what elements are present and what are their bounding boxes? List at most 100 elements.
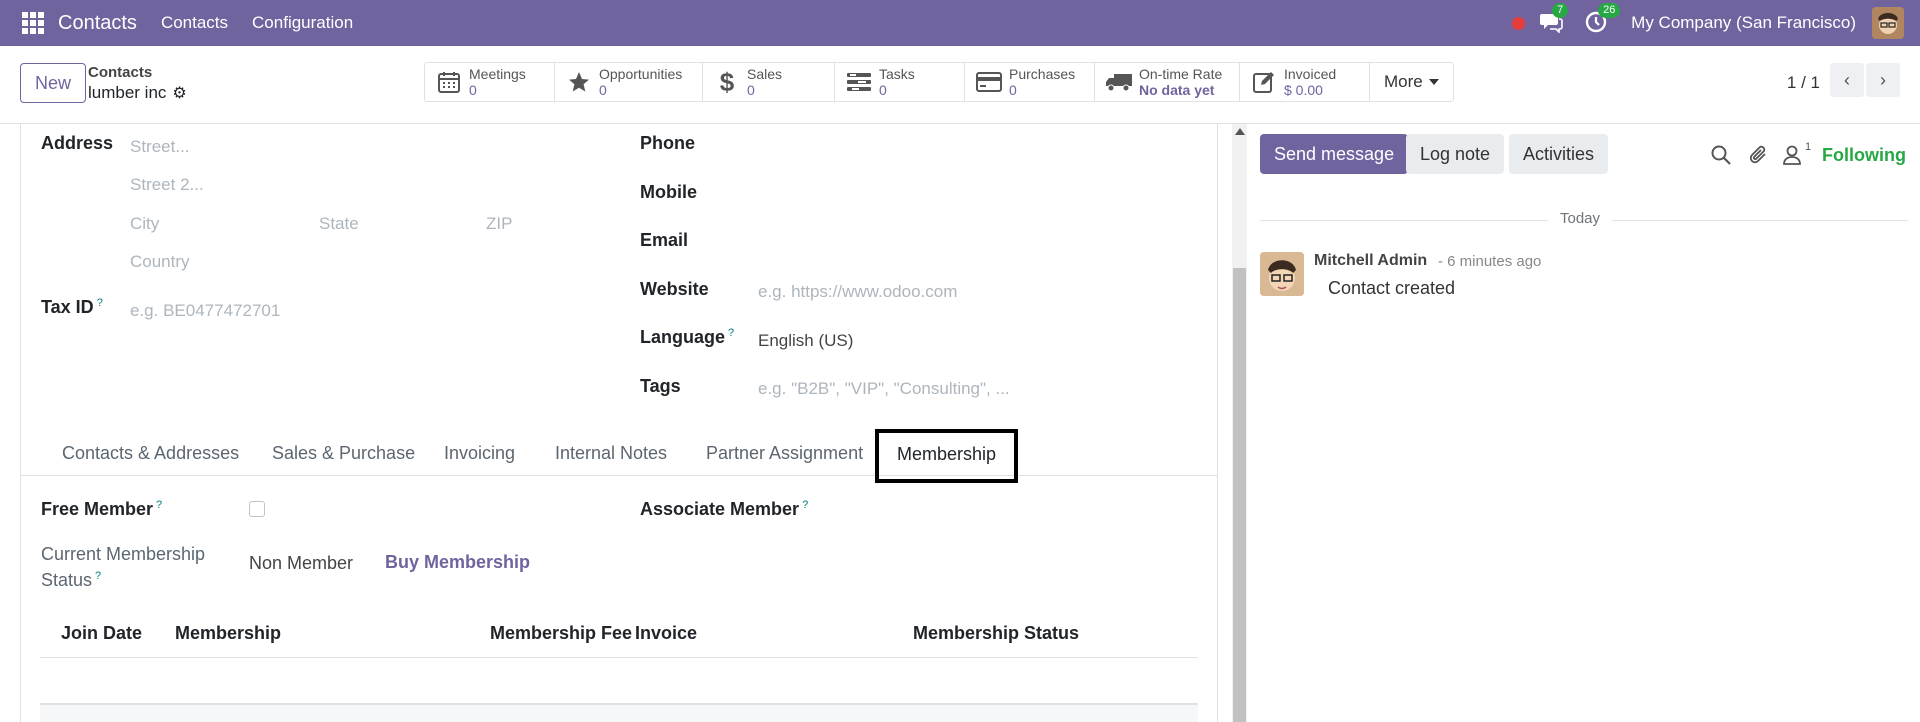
zip-input[interactable]: ZIP [486,214,512,234]
street2-input[interactable]: Street 2... [130,175,204,195]
stat-value: 0 [747,82,755,98]
activities-button[interactable]: Activities [1509,134,1609,174]
app-brand[interactable]: Contacts [58,12,137,35]
language-select[interactable]: English (US) [758,331,853,351]
tab-sales-purchase[interactable]: Sales & Purchase [272,428,415,476]
status-label-line1: Current Membership [41,544,206,564]
stat-invoiced[interactable]: Invoiced $ 0.00 [1240,63,1370,101]
pager-next-icon[interactable]: › [1866,63,1900,97]
stat-purchases[interactable]: Purchases 0 [965,63,1095,101]
mobile-label: Mobile [640,182,697,202]
messages-icon[interactable]: 7 [1539,3,1569,35]
tab-internal-notes[interactable]: Internal Notes [555,428,667,476]
stat-label: Meetings [469,66,526,82]
pager-value[interactable]: 1 / 1 [1787,66,1820,100]
table-footer [40,704,1198,722]
free-member-label: Free Member? [41,499,162,520]
stat-value: 0 [1009,82,1017,98]
stat-label: Opportunities [599,66,683,82]
free-member-checkbox[interactable] [249,501,265,517]
scroll-thumb[interactable] [1233,268,1246,722]
user-avatar[interactable] [1872,7,1904,39]
stat-opportunities[interactable]: Opportunities 0 [555,63,703,101]
help-icon[interactable]: ? [156,499,162,511]
menu-configuration[interactable]: Configuration [252,13,353,33]
stat-value: 0 [879,82,887,98]
taxid-label: Tax ID? [41,297,103,318]
tab-invoicing[interactable]: Invoicing [444,428,515,476]
table-row [40,658,1198,704]
tab-contacts-addresses[interactable]: Contacts & Addresses [62,428,239,476]
tab-partner-assignment[interactable]: Partner Assignment [706,428,863,476]
stat-ontime-rate[interactable]: On-time Rate No data yet [1095,63,1240,101]
associate-member-label: Associate Member? [640,499,808,520]
activities-badge: 26 [1598,3,1621,18]
stat-label: Sales [747,66,783,82]
smart-buttons: Meetings 0 Opportunities 0 $ Sales 0 Tasks 0… [424,62,1454,102]
state-input[interactable]: State [319,214,359,234]
chatter-panel: Send message Log note Activities 1 Follo… [1248,124,1920,722]
date-label: Today [1548,210,1613,227]
pager-previous-icon[interactable]: ‹ [1830,63,1864,97]
recording-indicator-icon[interactable] [1512,16,1526,30]
country-input[interactable]: Country [130,252,190,272]
log-note-button[interactable]: Log note [1406,134,1505,174]
tab-membership[interactable]: Membership [875,429,1019,483]
stat-tasks[interactable]: Tasks 0 [835,63,965,101]
help-icon[interactable]: ? [802,499,808,511]
star-icon [565,70,593,94]
form-scrollbar[interactable] [1232,124,1247,722]
stat-value: 0 [599,82,607,98]
following-button[interactable]: Following [1822,145,1906,166]
col-join-date[interactable]: Join Date [61,620,142,646]
stat-label: Tasks [879,66,915,82]
col-membership-status[interactable]: Membership Status [913,620,1079,646]
stat-value: 0 [469,82,477,98]
status-label-text: Status [41,570,93,590]
activities-clock-icon[interactable]: 26 [1585,3,1621,35]
tags-label: Tags [640,376,681,396]
taxid-text: Tax ID [41,297,94,317]
message-time: - 6 minutes ago [1438,253,1542,270]
stat-sales[interactable]: $ Sales 0 [703,63,835,101]
col-membership[interactable]: Membership [175,620,281,646]
scroll-up-icon[interactable] [1235,128,1245,135]
message-author[interactable]: Mitchell Admin [1314,252,1427,270]
taxid-input[interactable]: e.g. BE0477472701 [130,301,280,321]
status-label-line2: Status? [41,570,101,591]
author-avatar[interactable] [1260,252,1304,296]
col-invoice[interactable]: Invoice [635,620,697,646]
more-button[interactable]: More [1370,63,1453,101]
follower-count: 1 [1805,141,1812,153]
stat-meetings[interactable]: Meetings 0 [425,63,555,101]
website-input[interactable]: e.g. https://www.odoo.com [758,282,957,302]
more-label: More [1384,72,1423,91]
breadcrumb-parent[interactable]: Contacts [88,64,152,81]
language-text: Language [640,327,726,347]
col-membership-fee[interactable]: Membership Fee [490,620,632,646]
tags-input[interactable]: e.g. "B2B", "VIP", "Consulting", ... [758,379,1010,399]
gear-icon[interactable]: ⚙ [172,83,186,103]
street-input[interactable]: Street... [130,137,190,157]
apps-grid-icon[interactable] [22,12,44,34]
message-body: Contact created [1328,278,1456,298]
company-switcher[interactable]: My Company (San Francisco) [1631,13,1856,33]
search-icon[interactable] [1710,144,1732,166]
buy-membership-button[interactable]: Buy Membership [385,552,530,573]
city-input[interactable]: City [130,214,159,234]
followers-icon[interactable] [1782,144,1804,166]
help-icon[interactable]: ? [97,297,103,309]
help-icon[interactable]: ? [95,570,101,582]
send-message-button[interactable]: Send message [1260,134,1409,174]
menu-contacts[interactable]: Contacts [161,13,228,33]
stat-value: $ 0.00 [1284,82,1323,98]
language-label: Language? [640,327,734,348]
stat-label: On-time Rate [1139,66,1223,82]
new-button[interactable]: New [20,63,87,103]
help-icon[interactable]: ? [728,327,734,339]
free-member-text: Free Member [41,499,154,519]
website-label: Website [640,279,709,299]
edit-icon [1250,70,1278,94]
paperclip-icon[interactable] [1748,144,1770,166]
email-label: Email [640,230,689,250]
